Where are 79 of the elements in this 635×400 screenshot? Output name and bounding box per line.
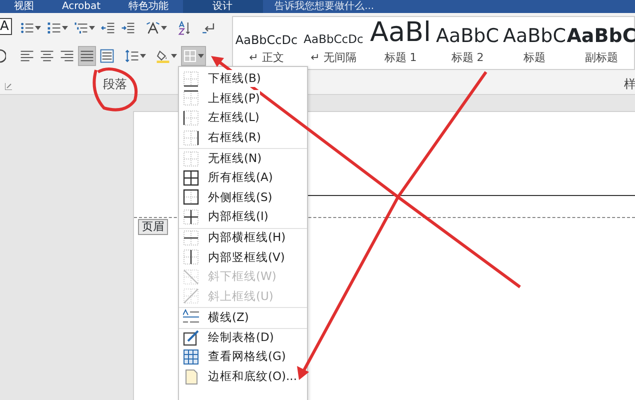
style-name: 标题 2: [451, 50, 484, 66]
menu-item[interactable]: 下框线(B): [179, 69, 307, 89]
menu-item[interactable]: 外侧框线(S): [179, 188, 307, 208]
menu-item[interactable]: 上框线(P): [179, 88, 307, 108]
grid-icon: [183, 349, 199, 366]
border-grid-icon: [183, 189, 199, 206]
style-name: 标题: [524, 50, 546, 66]
menu-item[interactable]: 右框线(R): [179, 128, 307, 148]
menu-item[interactable]: 内部框线(I): [179, 207, 307, 227]
border-grid-icon: [183, 70, 199, 87]
caret-icon: [89, 26, 95, 30]
caret-icon: [198, 54, 204, 58]
caret-icon: [161, 26, 167, 30]
group-label: 段落: [103, 76, 127, 93]
style-item[interactable]: AaBbCcDc ↵ 正文: [233, 17, 300, 69]
border-grid-icon: [183, 288, 199, 304]
align-center-icon: [40, 49, 54, 63]
style-name: 标题 1: [384, 50, 417, 66]
style-item[interactable]: AaBbC 标题: [501, 17, 568, 69]
border-grid-icon: [183, 110, 199, 126]
style-name: 副标题: [585, 50, 618, 66]
borders-button[interactable]: [181, 46, 206, 66]
toolbar-button[interactable]: [78, 46, 96, 66]
style-preview: AaBbC: [502, 26, 566, 46]
style-preview: AaBbCcDc: [235, 34, 298, 46]
ribbon-tab[interactable]: 设计: [182, 0, 263, 13]
menu-item[interactable]: 无框线(N): [179, 148, 307, 168]
bullet-list-icon: [20, 21, 34, 35]
style-preview: AaBbC: [566, 26, 635, 46]
style-name: ↵ 无间隔: [310, 50, 356, 66]
align-right-icon: [60, 49, 74, 63]
horizontal-line-icon: [183, 309, 199, 326]
style-preview: AaBbCcDc: [304, 34, 364, 46]
border-grid-icon: [183, 208, 199, 225]
caret-icon: [171, 54, 177, 58]
menu-item[interactable]: 所有框线(A): [179, 168, 307, 188]
caret-icon: [35, 26, 41, 30]
style-item[interactable]: AaBbC 标题 2: [434, 17, 501, 69]
menu-item[interactable]: 左框线(L): [179, 108, 307, 128]
increase-indent-icon: [121, 21, 135, 35]
decrease-indent-icon: [101, 21, 115, 35]
enclose-character-icon: [0, 49, 6, 63]
align-left-icon: [20, 49, 34, 63]
header-tag: 页眉: [138, 219, 168, 235]
paint-bucket-icon: [156, 49, 170, 63]
menu-item[interactable]: 绘制表格(D): [179, 328, 307, 348]
style-preview: AaBl: [370, 18, 432, 46]
style-item[interactable]: AaBbCcDc ↵ 无间隔: [300, 17, 367, 69]
border-grid-icon: [183, 268, 199, 285]
border-grid-icon: [183, 230, 199, 246]
border-grid-icon: [183, 49, 197, 63]
page-icon: [183, 368, 199, 385]
style-item[interactable]: AaBl 标题 1: [367, 17, 434, 69]
caret-icon: [62, 26, 68, 30]
border-grid-icon: [183, 130, 199, 146]
letter-a-icon: [146, 21, 160, 35]
dialog-launcher-icon: [5, 83, 12, 90]
multilevel-list-icon: [74, 21, 88, 35]
tell-me-field[interactable]: 告诉我您想要做什么...: [274, 0, 374, 13]
border-grid-icon: [183, 90, 199, 106]
ribbon-tab[interactable]: Acrobat: [48, 0, 115, 13]
return-arrow-icon: [201, 21, 215, 35]
character-border-button[interactable]: A: [0, 18, 12, 35]
justify-icon: [80, 49, 94, 63]
border-grid-icon: [183, 249, 199, 266]
line-spacing-icon: [125, 49, 139, 63]
style-name: ↵ 正文: [249, 50, 284, 66]
pencil-table-icon: [183, 330, 199, 346]
ribbon-tab[interactable]: 视图: [0, 0, 48, 13]
numbered-list-icon: [47, 21, 61, 35]
distribute-icon: [100, 49, 114, 63]
border-grid-icon: [183, 170, 199, 186]
menu-item[interactable]: 横线(Z): [179, 307, 307, 327]
ribbon-tab[interactable]: 特色功能: [114, 0, 183, 13]
style-preview: AaBbC: [436, 26, 499, 46]
style-item[interactable]: AaBbC 副标题: [568, 17, 635, 69]
sort-icon: [177, 21, 191, 35]
caret-icon: [140, 54, 146, 58]
border-grid-icon: [183, 150, 199, 167]
